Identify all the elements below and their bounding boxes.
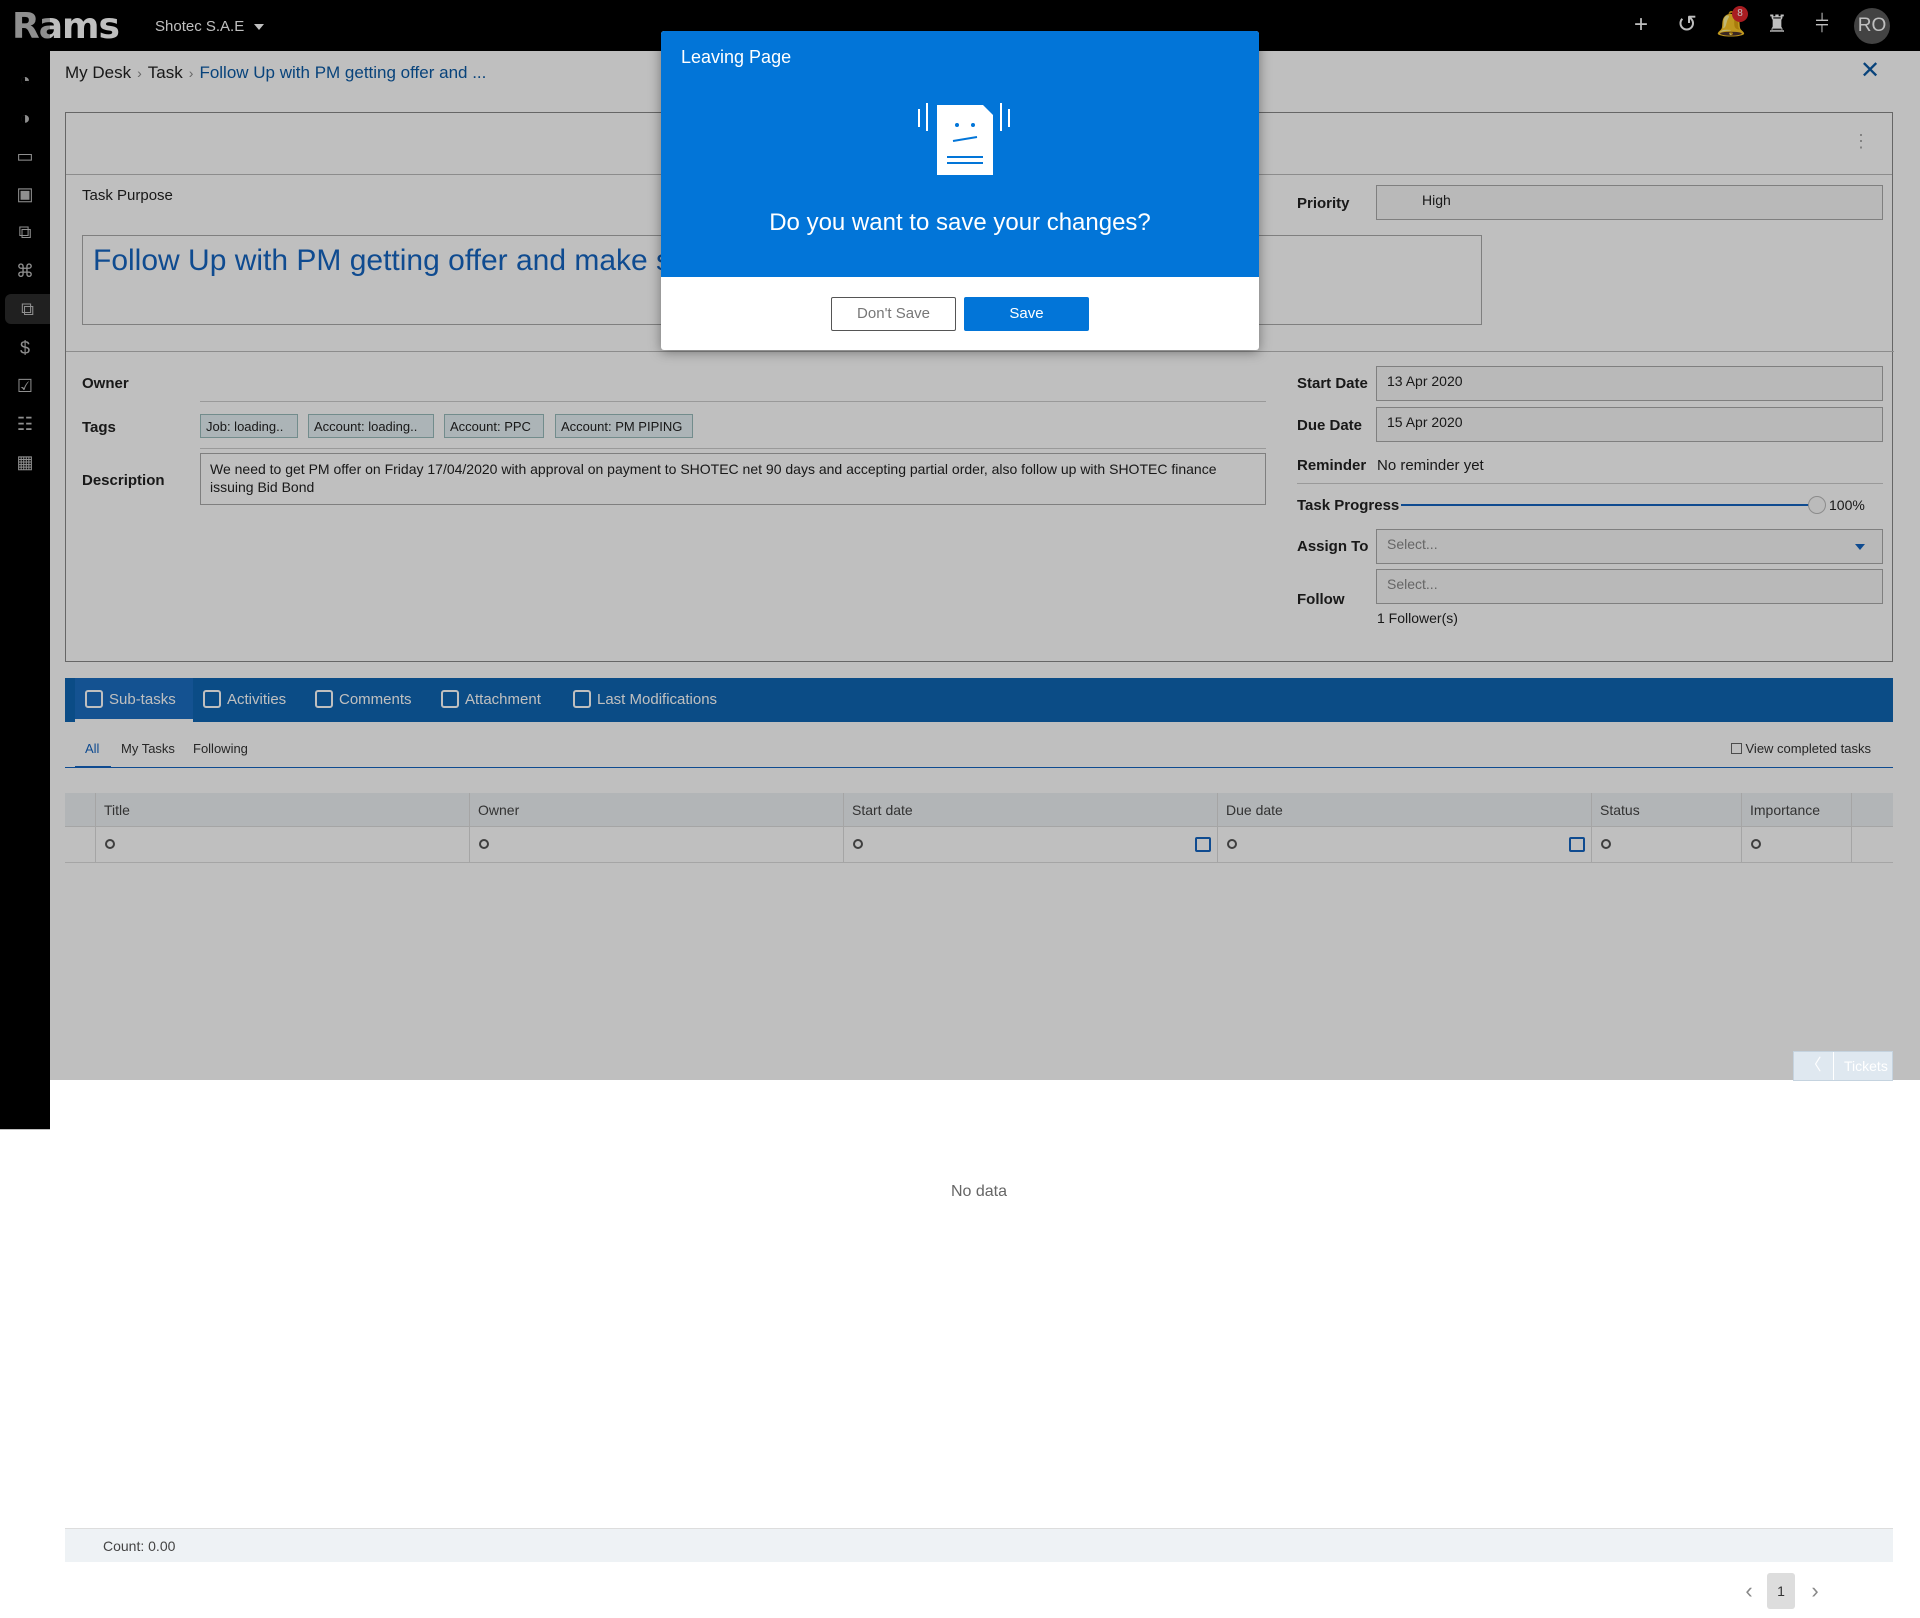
tickets-label: Tickets [1844,1058,1888,1074]
document-illustration-icon [918,103,1010,175]
page-number[interactable]: 1 [1767,1573,1795,1609]
leaving-page-dialog: Leaving Page Do you want to save your ch… [661,31,1259,350]
dialog-header: Leaving Page Do you want to save your ch… [661,31,1259,277]
tickets-widget[interactable]: 〈 Tickets [1793,1051,1893,1081]
save-button[interactable]: Save [964,297,1089,331]
chevron-left-icon[interactable]: ‹ [1735,1573,1763,1609]
dialog-question: Do you want to save your changes? [769,209,1151,236]
grid-footer-count: Count: 0.00 [65,1528,1893,1562]
empty-state: No data [950,1183,1008,1200]
chevron-right-icon[interactable]: › [1801,1573,1829,1609]
dont-save-button[interactable]: Don't Save [831,297,956,331]
ticket-icon: 〈 [1794,1052,1834,1080]
dialog-title: Leaving Page [681,47,792,67]
modal-backdrop-side [0,0,50,1130]
